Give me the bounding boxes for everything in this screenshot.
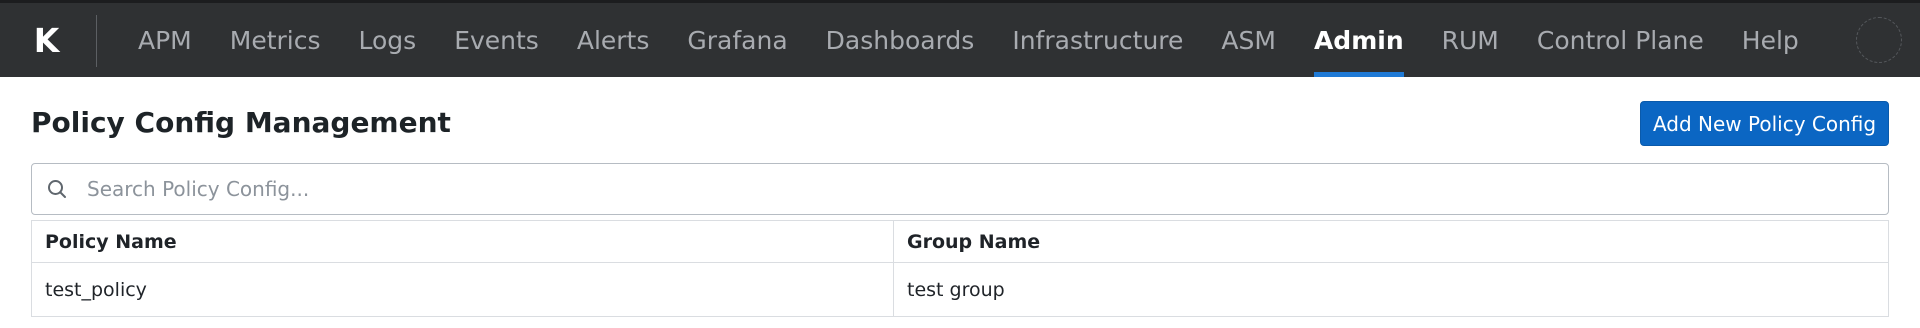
nav-item-apm[interactable]: APM (119, 3, 211, 77)
policy-config-table: Policy Name Group Name test_policy test … (31, 220, 1889, 317)
search-icon (48, 180, 66, 198)
add-policy-config-button[interactable]: Add New Policy Config (1640, 101, 1889, 146)
nav-item-help[interactable]: Help (1723, 3, 1818, 77)
nav-item-alerts[interactable]: Alerts (558, 3, 669, 77)
nav-item-dashboards[interactable]: Dashboards (807, 3, 994, 77)
table-row[interactable]: test_policy test group (31, 262, 1889, 317)
nav-item-logs[interactable]: Logs (340, 3, 436, 77)
table-header-row: Policy Name Group Name (31, 220, 1889, 263)
nav-item-control-plane[interactable]: Control Plane (1518, 3, 1723, 77)
nav-item-infrastructure[interactable]: Infrastructure (993, 3, 1202, 77)
logo-letter: K (33, 20, 60, 60)
search-input[interactable] (87, 169, 1867, 209)
nav-item-metrics[interactable]: Metrics (211, 3, 340, 77)
avatar (1857, 18, 1901, 62)
nav-item-grafana[interactable]: Grafana (668, 3, 806, 77)
nav-item-admin[interactable]: Admin (1295, 3, 1423, 77)
main-nav: APM Metrics Logs Events Alerts Grafana D… (119, 3, 1818, 77)
nav-item-rum[interactable]: RUM (1423, 3, 1518, 77)
cell-group-name: test group (907, 278, 1005, 301)
column-header-group-name[interactable]: Group Name (894, 221, 1889, 263)
column-header-policy-name[interactable]: Policy Name (31, 220, 894, 263)
logo-divider (96, 15, 97, 67)
nav-item-asm[interactable]: ASM (1202, 3, 1295, 77)
cell-policy-name: test_policy (31, 262, 894, 317)
app-logo[interactable]: K (0, 3, 97, 77)
user-avatar-button[interactable] (1856, 17, 1902, 63)
page-title: Policy Config Management (31, 106, 451, 139)
nav-item-events[interactable]: Events (435, 3, 558, 77)
search-box (31, 163, 1889, 215)
top-nav-bar: K APM Metrics Logs Events Alerts Grafana… (0, 0, 1920, 77)
